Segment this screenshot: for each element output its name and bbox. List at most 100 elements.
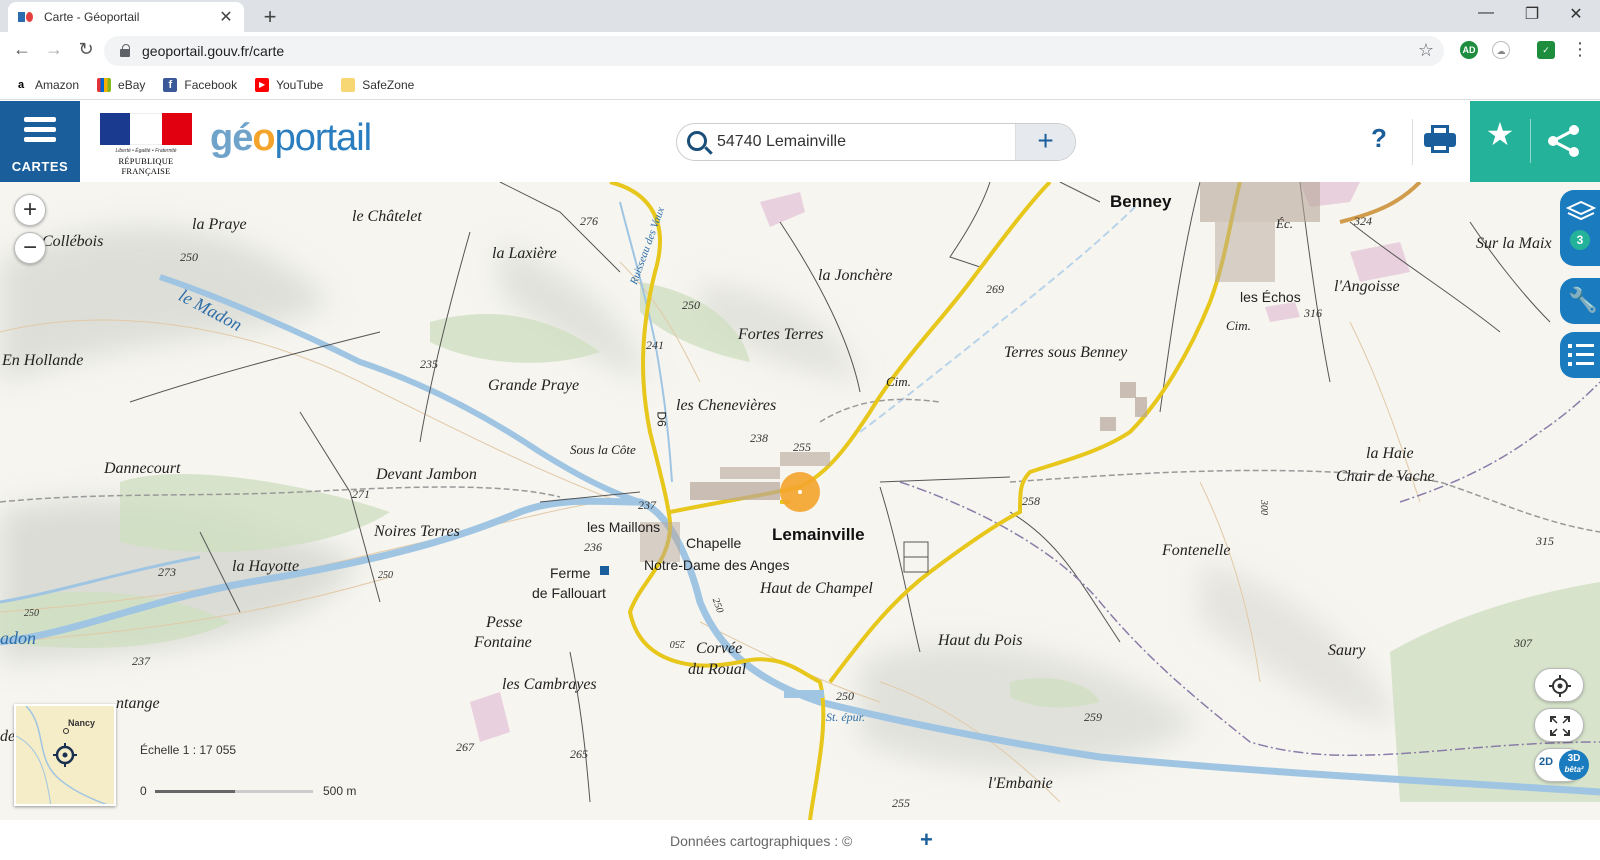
crosshair-icon (1549, 675, 1571, 697)
extension-shield-icon[interactable]: ✓ (1537, 41, 1555, 59)
attribution-expand-button[interactable]: + (920, 827, 933, 853)
republique-francaise-logo[interactable]: Liberté • Égalité • Fraternité RÉPUBLIQU… (100, 113, 192, 176)
layers-icon (1566, 200, 1596, 221)
minimap-city-label: Nancy (68, 718, 96, 728)
altitude-label: 315 (1536, 534, 1554, 548)
reload-icon[interactable]: ↻ (74, 39, 98, 60)
map-label: Devant Jambon (376, 466, 477, 483)
new-tab-button[interactable]: + (258, 4, 282, 30)
bookmark-safezone[interactable]: SafeZone (341, 77, 414, 92)
geoportail-logo[interactable]: géoportail (210, 117, 372, 160)
altitude-label: 300 (1258, 500, 1269, 515)
bookmark-label: YouTube (276, 77, 324, 92)
browser-tab[interactable]: Carte - Géoportail ✕ (8, 2, 244, 32)
view-2d-3d-toggle[interactable]: 2D 3D bêta² (1534, 748, 1589, 782)
map-label: Sur la Maix (1476, 235, 1552, 252)
bookmark-label: Amazon (35, 77, 80, 92)
map-label: Haut du Pois (938, 632, 1023, 649)
layers-button[interactable]: 3 (1560, 190, 1600, 266)
map-label: Haut de Champel (760, 580, 873, 597)
maximize-icon[interactable]: ❐ (1512, 4, 1552, 24)
zoom-in-button[interactable]: + (14, 194, 46, 226)
bookmark-amazon[interactable]: a Amazon (14, 77, 80, 92)
bookmark-label: Facebook (184, 77, 238, 92)
map-label: de Fallouart (532, 585, 606, 601)
attribution-text: Données cartographiques : © (670, 833, 853, 849)
zoom-out-button[interactable]: − (14, 232, 46, 264)
bookmark-star-icon[interactable]: ☆ (1418, 40, 1434, 61)
youtube-icon: ▶ (255, 77, 270, 92)
map-view[interactable]: la Praye le Châtelet Collébois la Laxièr… (0, 182, 1600, 820)
map-label: Ferme (550, 565, 591, 581)
bookmark-youtube[interactable]: ▶ YouTube (255, 77, 324, 92)
map-label: Chair de Vache (1336, 468, 1435, 485)
close-window-icon[interactable]: ✕ (1556, 4, 1596, 24)
extension-cloud-icon[interactable]: ☁ (1492, 41, 1510, 59)
share-icon[interactable] (1544, 123, 1584, 159)
forward-icon[interactable]: → (42, 39, 66, 60)
menu-dots-icon[interactable]: ⋮ (1568, 39, 1592, 60)
bookmark-label: eBay (118, 77, 146, 92)
legend-list-button[interactable] (1560, 332, 1600, 378)
3d-button[interactable]: 3D bêta² (1559, 750, 1589, 780)
amazon-icon: a (14, 77, 28, 92)
fullscreen-button[interactable] (1534, 708, 1584, 742)
map-label-town: Lemainville (772, 525, 865, 544)
lock-icon (120, 44, 130, 57)
back-icon[interactable]: ← (10, 39, 34, 60)
omnibox[interactable]: geoportail.gouv.fr/carte ☆ (104, 36, 1444, 66)
map-label: Collébois (42, 233, 104, 250)
search-icon[interactable] (687, 131, 707, 151)
cartes-menu-button[interactable]: CARTES (0, 101, 80, 182)
close-tab-icon[interactable]: ✕ (218, 7, 234, 27)
url-text[interactable]: geoportail.gouv.fr/carte (142, 43, 284, 59)
map-label: du Roual (688, 661, 747, 678)
altitude-label: 307 (1514, 636, 1532, 650)
altitude-label: 273 (158, 565, 176, 579)
map-label: la Jonchère (818, 267, 893, 284)
rf-name: RÉPUBLIQUE FRANÇAISE (118, 156, 174, 176)
overview-minimap[interactable]: Nancy (14, 704, 116, 806)
favorites-star-icon[interactable]: ★ (1470, 115, 1530, 153)
map-label: les Maillons (587, 519, 661, 535)
minimap-canvas (16, 706, 108, 804)
header-divider (1412, 119, 1413, 165)
list-icon (1568, 344, 1594, 366)
bookmarks-bar: a Amazon eBay f Facebook ▶ YouTube SafeZ… (0, 70, 1600, 100)
tools-button[interactable]: 🔧 (1560, 278, 1600, 324)
map-label: le Châtelet (352, 208, 422, 225)
help-button[interactable]: ? (1362, 123, 1396, 154)
map-label: Fortes Terres (738, 326, 824, 343)
address-bar-row: ← → ↻ geoportail.gouv.fr/carte ☆ AD ☁ ✓ … (0, 32, 1600, 70)
extension-ad-icon[interactable]: AD (1460, 41, 1478, 59)
rf-motto: Liberté • Égalité • Fraternité (115, 148, 177, 154)
print-icon[interactable] (1424, 125, 1456, 157)
map-label: Fontaine (474, 634, 532, 651)
minimize-icon[interactable]: — (1466, 4, 1506, 22)
scale-bar (155, 790, 313, 793)
wrench-icon: 🔧 (1568, 287, 1598, 314)
logo-portail: portail (274, 117, 372, 159)
logo-geo: gé (210, 117, 253, 159)
search-input[interactable] (717, 124, 1007, 160)
advanced-search-plus-button[interactable]: + (1015, 124, 1075, 160)
map-label-river: St. épur. (826, 710, 865, 724)
map-label: Grande Praye (488, 377, 580, 394)
layers-count-badge: 3 (1570, 230, 1590, 250)
hamburger-icon (24, 117, 56, 143)
altitude-label: 324 (1354, 214, 1372, 228)
panel-divider (1530, 119, 1531, 163)
2d-button[interactable]: 2D (1539, 756, 1553, 768)
geolocate-button[interactable] (1534, 668, 1584, 702)
map-label: les Échos (1240, 289, 1301, 305)
bookmark-facebook[interactable]: f Facebook (163, 77, 238, 92)
ebay-icon (97, 77, 112, 92)
bookmark-ebay[interactable]: eBay (97, 77, 146, 92)
fullscreen-icon (1550, 716, 1570, 736)
altitude-label: 276 (580, 214, 598, 228)
altitude-label: 237 (638, 498, 656, 512)
map-label: Notre-Dame des Anges (644, 557, 790, 573)
map-label: la Hayotte (232, 558, 300, 575)
folder-icon (341, 77, 356, 92)
altitude-label: 271 (352, 487, 370, 501)
